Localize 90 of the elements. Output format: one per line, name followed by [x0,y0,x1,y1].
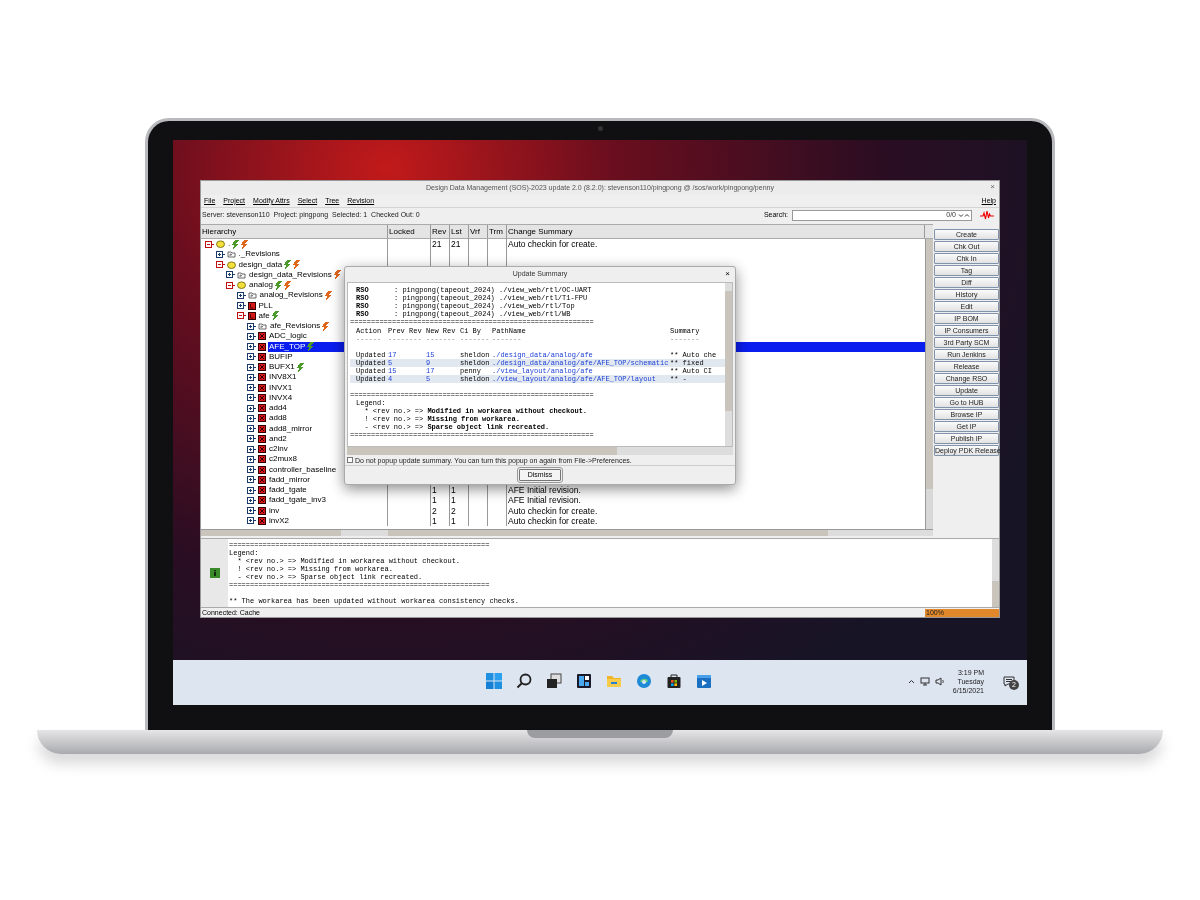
hierarchy-node[interactable]: design_data [237,259,387,270]
column-header[interactable]: Rev [431,225,450,238]
expand-icon[interactable] [247,343,256,351]
expand-icon[interactable] [247,404,256,412]
expand-icon[interactable] [247,322,256,330]
scrollbar[interactable] [925,239,933,529]
scrollbar[interactable] [992,539,999,607]
store-icon[interactable] [666,673,682,689]
scrollbar[interactable] [347,447,733,455]
expand-icon[interactable] [247,384,256,392]
revisions-folder-icon [247,291,257,300]
hierarchy-node[interactable]: inv [268,505,387,516]
column-header[interactable]: Lst [450,225,469,238]
table-cell: 1 [450,515,469,526]
revisions-folder-icon [226,250,236,259]
expand-icon[interactable] [247,445,256,453]
table-cell: 1 [431,495,450,506]
expand-icon[interactable] [247,507,256,515]
table-cell: 1 [431,515,450,526]
table-cell: 2 [450,505,469,516]
expand-icon[interactable] [247,517,256,525]
table-cell: 21 [431,239,450,250]
table-cell: 1 [450,495,469,506]
collapse-icon[interactable] [215,261,225,269]
network-icon[interactable] [919,677,930,686]
expand-icon[interactable] [247,373,256,381]
chevron-up-icon[interactable] [907,679,915,684]
info-icon [209,568,220,578]
column-header[interactable]: Trm [488,225,507,238]
scrollbar[interactable] [725,283,732,446]
widgets-icon[interactable] [576,673,592,689]
library-icon [247,311,256,320]
table-cell-text: Auto checkin for create. [507,515,599,526]
revisions-folder-icon [237,270,246,279]
expand-icon[interactable] [236,291,246,299]
expand-icon[interactable] [247,455,256,463]
waveform-icon[interactable] [980,210,994,220]
hierarchy-node[interactable]: invX2 [268,515,387,526]
scrollbar[interactable] [201,530,388,536]
column-header[interactable]: Change Summary [507,225,925,238]
folder-icon[interactable] [606,673,622,689]
collapse-icon[interactable] [205,240,214,248]
chevron-down-icon[interactable] [958,212,964,218]
hierarchy-node[interactable]: fadd_tgate_inv3 [268,495,387,506]
notification-icon[interactable] [1003,676,1015,687]
expand-icon[interactable] [247,353,256,361]
table-cell-text: AFE Initial revision. [507,485,582,496]
column-header[interactable]: Hierarchy [201,225,388,238]
expand-icon[interactable] [236,302,246,310]
collapse-icon[interactable] [226,281,235,289]
expand-icon[interactable] [247,496,256,504]
expand-icon[interactable] [247,466,256,474]
volume-icon[interactable] [934,677,945,686]
column-header[interactable]: Vrf [469,225,488,238]
revisions-folder-icon [258,322,267,331]
library-icon [247,301,256,310]
expand-icon[interactable] [247,414,256,422]
table-cell: 21 [450,239,469,250]
expand-icon[interactable] [215,250,225,258]
expand-icon[interactable] [247,476,256,484]
table-cell-text: Auto checkin for create. [507,505,599,516]
expand-icon[interactable] [247,363,256,371]
browser-icon[interactable] [636,673,652,689]
hierarchy-node[interactable]: design_data_Revisions [248,269,387,280]
expand-icon[interactable] [247,332,256,340]
webcam-icon [598,126,603,131]
table-cell-text: Auto checkin for create. [507,239,599,250]
expand-icon[interactable] [247,394,256,402]
start-icon[interactable] [486,673,502,689]
folder-icon [226,260,236,269]
folder-icon [216,240,225,249]
hierarchy-node[interactable]: . [227,239,387,250]
checkbox[interactable] [347,457,353,463]
hierarchy-node[interactable]: fadd_tgate [268,485,387,496]
table-cell-text: AFE Initial revision. [507,495,582,506]
close-button[interactable]: × [725,269,730,279]
folder-icon [237,281,246,290]
expand-icon[interactable] [247,435,256,443]
table-cell: 2 [431,505,450,516]
task-view-icon[interactable] [546,673,562,689]
search-icon[interactable] [516,673,532,689]
hierarchy-node[interactable]: ._Revisions [237,249,387,260]
close-button[interactable]: × [990,182,995,192]
expand-icon[interactable] [247,486,256,494]
scrollbar[interactable] [388,530,933,536]
app-icon[interactable] [696,673,712,689]
column-header[interactable]: Locked [388,225,431,238]
expand-icon[interactable] [226,271,235,279]
expand-icon[interactable] [247,425,256,433]
collapse-icon[interactable] [236,312,246,320]
